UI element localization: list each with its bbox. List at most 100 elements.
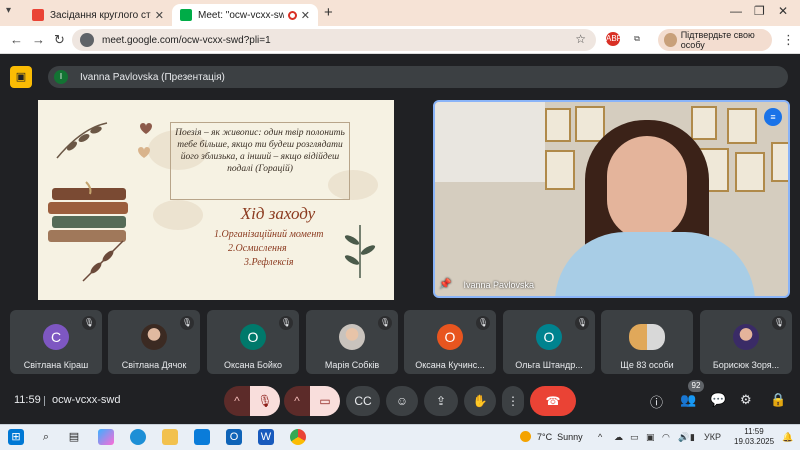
speaking-indicator-icon: ≡ xyxy=(764,108,782,126)
tab-round-table[interactable]: Засідання круглого столу з ел ✕ xyxy=(24,4,172,26)
participant-photo xyxy=(733,324,759,350)
participant-tile[interactable]: 🎙 Світлана Дячок xyxy=(108,310,200,374)
bookmark-star-icon[interactable]: ☆ xyxy=(575,32,586,46)
volume-icon[interactable]: 🔊 xyxy=(678,432,689,443)
language-indicator[interactable]: УКР xyxy=(704,432,721,442)
notification-icon[interactable]: 🔔 xyxy=(782,432,793,443)
more-participants-avatars xyxy=(629,324,665,350)
people-count-badge: 92 xyxy=(688,380,704,392)
monitor-icon[interactable]: ▭ xyxy=(630,432,639,443)
mic-off-icon: 🎙 xyxy=(772,316,786,330)
participant-tile[interactable]: С 🎙 Світлана Кіраш xyxy=(10,310,102,374)
restore-icon[interactable]: ❐ xyxy=(754,4,765,18)
speaker-video[interactable]: ≡ 📌 Ivanna Pavlovska xyxy=(433,100,790,298)
presentation-bar: I Ivanna Pavlovska (Презентація) xyxy=(48,66,788,88)
confirm-identity-label: Підтвердьте свою особу xyxy=(680,30,755,50)
slide-title: Хід заходу xyxy=(240,204,316,223)
task-view-icon[interactable]: ▤ xyxy=(66,429,82,445)
raise-hand-button[interactable]: ✋ xyxy=(464,386,496,416)
wall-certificate xyxy=(735,152,765,192)
wall-certificate xyxy=(545,108,571,142)
leave-call-button[interactable]: ☎ xyxy=(530,386,576,416)
cloud-icon[interactable]: ☁ xyxy=(614,432,623,443)
meeting-code: ocw-vcxx-swd xyxy=(52,394,121,406)
more-participants-tile[interactable]: Ще 83 особи xyxy=(601,310,693,374)
close-tab-icon[interactable]: ✕ xyxy=(155,9,164,22)
participant-tile[interactable]: О 🎙 Ольга Штандр... xyxy=(503,310,595,374)
speaker-face xyxy=(607,136,687,240)
video-options-button[interactable]: ^ xyxy=(284,386,310,416)
activities-icon[interactable]: ⚙ xyxy=(740,392,752,408)
audio-options-button[interactable]: ^ xyxy=(224,386,250,416)
meeting-controls: 11:59 ocw-vcxx-swd ^ 🎙 ^ ▭ CC ☺ ⇪ ✋ ⋮ ☎ … xyxy=(0,378,800,424)
participant-name: Оксана Бойко xyxy=(223,360,282,370)
mic-off-button[interactable]: 🎙 xyxy=(250,386,280,416)
wall-certificate xyxy=(691,106,717,140)
store-icon[interactable] xyxy=(194,429,210,445)
tab-meet[interactable]: Meet: "ocw-vcxx-swd" ✕ xyxy=(172,4,318,26)
participant-tile[interactable]: О 🎙 Оксана Кучинс... xyxy=(404,310,496,374)
adblock-extension-icon[interactable]: ABP xyxy=(606,32,622,46)
leaf-decoration xyxy=(82,240,124,282)
agenda-item: 3.Рефлексія xyxy=(244,257,294,268)
close-tab-icon[interactable]: ✕ xyxy=(301,9,310,22)
site-info-icon[interactable] xyxy=(80,33,94,47)
weather-temp: 7°C xyxy=(537,431,553,442)
weather-widget[interactable]: 7°C Sunny xyxy=(520,431,583,442)
url-field[interactable]: meet.google.com/ocw-vcxx-swd?pli=1 ☆ xyxy=(72,29,596,51)
back-icon[interactable]: ← xyxy=(10,32,23,47)
edge-icon[interactable] xyxy=(130,429,146,445)
browser-menu-icon[interactable]: ⋮ xyxy=(782,32,795,48)
host-controls-icon[interactable]: 🔒 xyxy=(770,392,786,408)
tray-chevron-icon[interactable]: ^ xyxy=(598,432,602,442)
presentation-icon[interactable]: ▣ xyxy=(10,66,32,88)
minimize-icon[interactable]: — xyxy=(730,4,742,18)
windows-start-icon[interactable]: ⊞ xyxy=(8,429,24,445)
chat-icon[interactable]: 💬 xyxy=(710,392,726,408)
speaker-name: Ivanna Pavlovska xyxy=(463,279,534,290)
participant-name: Світлана Кіраш xyxy=(23,360,89,370)
presentation-label: Ivanna Pavlovska (Презентація) xyxy=(80,71,225,83)
participant-photo xyxy=(339,324,365,350)
participant-tile[interactable]: 🎙 Марія Собків xyxy=(306,310,398,374)
search-icon[interactable]: ⌕ xyxy=(38,429,54,445)
reload-icon[interactable]: ↻ xyxy=(54,32,65,48)
chrome-icon[interactable] xyxy=(290,429,306,445)
camera-off-button[interactable]: ▭ xyxy=(310,386,340,416)
more-options-button[interactable]: ⋮ xyxy=(502,386,524,416)
new-tab-button[interactable]: + xyxy=(324,4,333,21)
captions-button[interactable]: CC xyxy=(346,386,380,416)
wifi-icon[interactable]: ◠ xyxy=(662,432,670,443)
pin-icon[interactable]: 📌 xyxy=(439,279,451,290)
info-icon[interactable]: ⓘ xyxy=(650,392,663,411)
mic-off-icon: 🎙 xyxy=(279,316,293,330)
extensions-icon[interactable]: ⧉ xyxy=(630,32,644,46)
system-clock[interactable]: 11:59 19.03.2025 xyxy=(734,427,774,447)
slide-quote: Поезія – як живопис: один твір полонить … xyxy=(170,122,350,200)
weather-text: Sunny xyxy=(557,431,583,442)
copilot-icon[interactable] xyxy=(98,429,114,445)
url-text: meet.google.com/ocw-vcxx-swd?pli=1 xyxy=(102,34,271,46)
participant-tile[interactable]: О 🎙 Оксана Бойко xyxy=(207,310,299,374)
system-date: 19.03.2025 xyxy=(734,437,775,446)
tab-list-icon[interactable]: ▾ xyxy=(6,5,11,16)
participant-tile[interactable]: 🎙 Борисюк Зоря... xyxy=(700,310,792,374)
people-icon[interactable]: 👥 xyxy=(680,392,696,408)
windows-taskbar: ⊞ ⌕ ▤ O W 7°C Sunny ^ ☁ ▭ ▣ ◠ 🔊 ▮ УКР 11… xyxy=(0,424,800,450)
present-screen-button[interactable]: ⇪ xyxy=(424,386,458,416)
mic-off-icon: 🎙 xyxy=(82,316,96,330)
close-window-icon[interactable]: ✕ xyxy=(778,4,788,18)
outlook-icon[interactable]: O xyxy=(226,429,242,445)
forward-icon[interactable]: → xyxy=(32,32,45,47)
gmail-icon xyxy=(32,9,44,21)
file-explorer-icon[interactable] xyxy=(162,429,178,445)
word-icon[interactable]: W xyxy=(258,429,274,445)
system-time: 11:59 xyxy=(744,427,764,436)
meet-camera-icon[interactable]: ▣ xyxy=(646,432,655,443)
participant-name: Ольга Штандр... xyxy=(515,360,583,370)
hearts-decoration xyxy=(138,123,152,158)
confirm-identity-button[interactable]: Підтвердьте свою особу xyxy=(658,29,772,51)
battery-icon[interactable]: ▮ xyxy=(690,432,695,443)
emoji-button[interactable]: ☺ xyxy=(386,386,418,416)
wall-certificate xyxy=(771,142,788,182)
